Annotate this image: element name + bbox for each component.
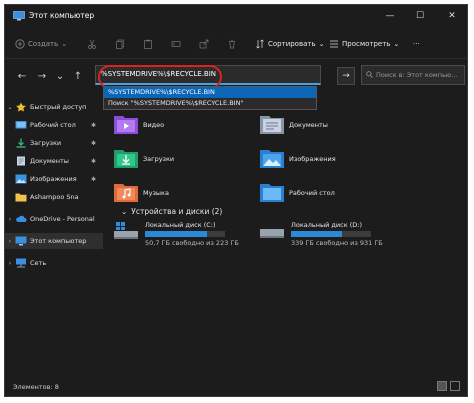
documents-folder-icon bbox=[260, 116, 284, 134]
rename-button[interactable] bbox=[171, 37, 181, 51]
drive-item[interactable]: Локальный диск (C:) 50,7 ГБ свободно из … bbox=[113, 221, 243, 251]
chevron-down-icon[interactable]: ⌄ bbox=[121, 207, 127, 216]
copy-button[interactable] bbox=[115, 37, 125, 51]
chevron-right-icon[interactable]: › bbox=[5, 260, 15, 267]
more-options-button[interactable]: ··· bbox=[413, 37, 420, 51]
arrow-right-icon: → bbox=[342, 71, 350, 81]
maximize-button[interactable]: ☐ bbox=[405, 5, 435, 27]
documents-icon bbox=[17, 156, 25, 166]
view-button[interactable]: Просмотреть ⌄ bbox=[329, 37, 399, 51]
title-bar: Этот компьютер — ☐ ✕ bbox=[5, 5, 467, 27]
clipboard-icon bbox=[144, 39, 152, 49]
computer-icon bbox=[13, 11, 25, 21]
share-icon bbox=[199, 39, 209, 49]
back-button[interactable]: ← bbox=[15, 69, 29, 83]
sidebar-item-network[interactable]: › Сеть bbox=[5, 255, 103, 271]
sort-button[interactable]: Сортировать ⌄ bbox=[255, 37, 324, 51]
delete-button[interactable] bbox=[227, 37, 237, 51]
up-button[interactable]: ↑ bbox=[71, 69, 85, 83]
sidebar-item-desktop[interactable]: Рабочий стол ✱ bbox=[5, 117, 103, 133]
search-input[interactable]: Поиск в: Этот компью... bbox=[361, 65, 465, 85]
recent-locations-button[interactable]: ⌄ bbox=[53, 69, 67, 83]
pin-icon[interactable]: ✱ bbox=[91, 140, 96, 147]
folder-item[interactable]: Изображения bbox=[259, 147, 409, 173]
file-view: Видео Документы Загрузки Изображения Муз… bbox=[109, 97, 467, 383]
go-button[interactable]: → bbox=[337, 67, 355, 85]
drive-usage-bar bbox=[145, 231, 225, 237]
sidebar-item-pictures[interactable]: Изображения ✱ bbox=[5, 171, 103, 187]
video-folder-icon bbox=[114, 116, 138, 134]
folder-icon bbox=[15, 193, 27, 202]
sidebar-item-downloads[interactable]: Загрузки ✱ bbox=[5, 135, 103, 151]
drive-usage-bar bbox=[291, 231, 371, 237]
trash-icon bbox=[229, 39, 235, 49]
downloads-folder-icon bbox=[114, 150, 138, 168]
folder-item[interactable]: Видео bbox=[113, 113, 263, 139]
arrow-up-icon: ↑ bbox=[73, 70, 83, 82]
network-icon bbox=[16, 258, 26, 268]
drive-item[interactable]: Локальный диск (D:) 339 ГБ свободно из 9… bbox=[259, 221, 389, 251]
sidebar-item-ashampoo[interactable]: Ashampoo Sna bbox=[5, 189, 103, 205]
arrow-left-icon: ← bbox=[17, 70, 27, 82]
desktop-folder-icon bbox=[260, 184, 284, 202]
desktop-icon bbox=[15, 121, 27, 129]
pictures-icon bbox=[15, 174, 27, 184]
star-icon bbox=[16, 102, 26, 112]
explorer-window: Этот компьютер — ☐ ✕ Создать ⌄ Сортирова… bbox=[4, 4, 468, 397]
chevron-down-icon[interactable]: ⌄ bbox=[5, 104, 15, 111]
chevron-right-icon[interactable]: › bbox=[5, 216, 15, 223]
sidebar-item-documents[interactable]: Документы ✱ bbox=[5, 153, 103, 169]
arrow-right-icon: → bbox=[37, 70, 47, 82]
devices-section-header[interactable]: ⌄ Устройства и диски (2) bbox=[121, 207, 222, 216]
share-button[interactable] bbox=[199, 37, 209, 51]
rename-icon bbox=[171, 41, 181, 47]
chevron-right-icon[interactable]: › bbox=[5, 238, 15, 245]
download-icon bbox=[16, 138, 26, 148]
details-view-button[interactable] bbox=[437, 381, 447, 391]
copy-icon bbox=[116, 39, 124, 49]
forward-button[interactable]: → bbox=[35, 69, 49, 83]
close-button[interactable]: ✕ bbox=[437, 5, 467, 27]
sidebar-item-this-pc[interactable]: › Этот компьютер bbox=[5, 233, 103, 249]
tiles-view-button[interactable] bbox=[450, 381, 460, 391]
create-button[interactable]: Создать ⌄ bbox=[15, 37, 67, 51]
windows-drive-icon bbox=[114, 222, 138, 239]
folder-item[interactable]: Документы bbox=[259, 113, 409, 139]
sidebar-item-quick-access[interactable]: ⌄ Быстрый доступ bbox=[5, 99, 103, 115]
paste-button[interactable] bbox=[143, 37, 153, 51]
command-bar: Создать ⌄ Сортировать ⌄ Просмотреть ⌄ ··… bbox=[5, 29, 467, 59]
status-item-count: Элементов: 8 bbox=[13, 383, 59, 391]
plus-circle-icon bbox=[15, 39, 25, 49]
navigation-pane: ⌄ Быстрый доступ Рабочий стол ✱ Загрузки… bbox=[5, 97, 105, 383]
pin-icon[interactable]: ✱ bbox=[91, 158, 96, 165]
music-folder-icon bbox=[114, 184, 138, 202]
sort-icon bbox=[256, 39, 264, 49]
view-icon bbox=[330, 40, 338, 48]
view-switcher bbox=[437, 381, 460, 391]
chevron-down-icon: ⌄ bbox=[393, 40, 400, 48]
pin-icon[interactable]: ✱ bbox=[91, 122, 96, 129]
cut-button[interactable] bbox=[87, 37, 97, 51]
search-icon bbox=[366, 71, 373, 78]
window-title: Этот компьютер bbox=[29, 11, 95, 20]
sidebar-item-onedrive[interactable]: › OneDrive - Personal bbox=[5, 211, 103, 227]
chevron-down-icon: ⌄ bbox=[55, 70, 65, 82]
scissors-icon bbox=[88, 39, 96, 49]
folder-item[interactable]: Рабочий стол bbox=[259, 181, 409, 207]
hard-drive-icon bbox=[260, 229, 284, 238]
chevron-down-icon: ⌄ bbox=[318, 40, 325, 48]
minimize-button[interactable]: — bbox=[375, 5, 405, 27]
folder-item[interactable]: Загрузки bbox=[113, 147, 263, 173]
chevron-down-icon: ⌄ bbox=[61, 40, 68, 48]
pictures-folder-icon bbox=[260, 150, 284, 168]
cloud-icon bbox=[16, 215, 27, 222]
computer-icon bbox=[15, 236, 27, 246]
folder-item[interactable]: Музыка bbox=[113, 181, 263, 207]
pin-icon[interactable]: ✱ bbox=[91, 176, 96, 183]
